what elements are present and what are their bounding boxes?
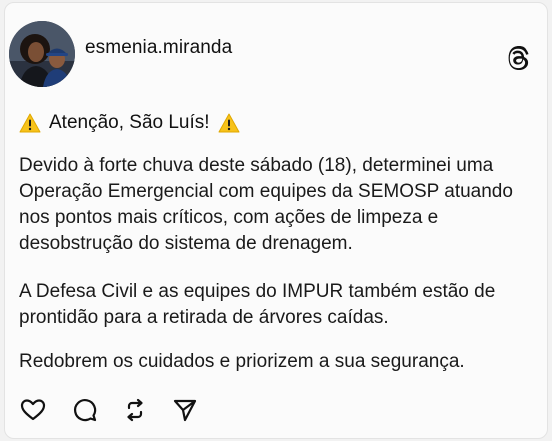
- heart-icon[interactable]: [19, 396, 47, 424]
- threads-icon[interactable]: [503, 44, 533, 74]
- headline-text: Atenção, São Luís!: [49, 112, 210, 133]
- warning-icon: [19, 113, 41, 133]
- post-paragraph: A Defesa Civil e as equipes do IMPUR tam…: [19, 281, 496, 328]
- username[interactable]: esmenia.miranda: [85, 37, 232, 59]
- post-headline: Atenção, São Luís!: [19, 112, 240, 134]
- post-card: esmenia.miranda Atenção, São Luís! Devid…: [4, 2, 548, 439]
- repost-icon[interactable]: [121, 396, 149, 424]
- post-paragraph: Devido à forte chuva deste sábado (18), …: [19, 155, 513, 254]
- share-icon[interactable]: [171, 396, 199, 424]
- warning-icon: [218, 113, 240, 133]
- comment-icon[interactable]: [71, 396, 99, 424]
- profile-photo: [9, 21, 75, 87]
- avatar[interactable]: [9, 21, 75, 87]
- post-paragraph: Redobrem os cuidados e priorizem a sua s…: [19, 351, 465, 372]
